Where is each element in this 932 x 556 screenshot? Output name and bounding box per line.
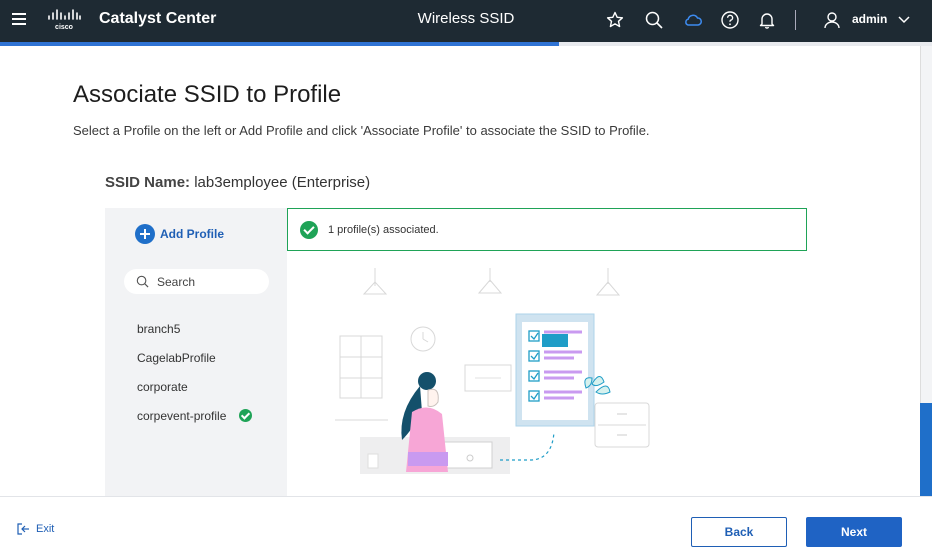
- wizard-progress-bar: [0, 42, 932, 46]
- associated-check-icon: [239, 409, 253, 422]
- plus-circle-icon: [135, 224, 155, 244]
- profile-search-input[interactable]: [157, 274, 257, 289]
- profile-list-item[interactable]: branch5: [137, 314, 252, 343]
- ssid-name-value: lab3employee (Enterprise): [194, 174, 371, 191]
- user-icon[interactable]: [822, 10, 842, 30]
- cloud-icon[interactable]: [683, 10, 703, 30]
- back-button[interactable]: Back: [691, 517, 787, 547]
- association-status-text: 1 profile(s) associated.: [328, 223, 439, 236]
- exit-icon: [17, 523, 29, 535]
- exit-label: Exit: [36, 523, 55, 535]
- add-profile-label: Add Profile: [160, 227, 225, 241]
- profile-list-item[interactable]: corpevent-profile: [137, 401, 253, 430]
- toolbar-divider: [795, 10, 796, 30]
- search-icon: [136, 275, 149, 288]
- scrollbar-thumb[interactable]: [920, 403, 932, 511]
- search-icon[interactable]: [644, 10, 664, 30]
- star-icon[interactable]: [605, 10, 625, 30]
- top-nav-bar: cisco Catalyst Center Wireless SSID admi…: [0, 0, 932, 42]
- association-illustration: [335, 268, 650, 474]
- help-icon[interactable]: [720, 10, 740, 30]
- profile-panel: Add Profile branch5 CagelabProfile corpora…: [105, 208, 287, 496]
- profile-name: branch5: [137, 321, 181, 336]
- profile-name: CagelabProfile: [137, 350, 216, 365]
- profile-list-item[interactable]: CagelabProfile: [137, 343, 252, 372]
- profile-list-item[interactable]: corporate: [137, 372, 252, 401]
- association-status-banner: 1 profile(s) associated.: [287, 208, 807, 251]
- ssid-name-label: SSID Name:: [105, 174, 191, 191]
- next-button[interactable]: Next: [806, 517, 902, 547]
- profile-name: corpevent-profile: [137, 408, 227, 423]
- page-title: Associate SSID to Profile: [73, 81, 342, 108]
- profile-list: branch5 CagelabProfile corporate corpevent-…: [137, 314, 253, 430]
- wizard-progress-fill: [0, 42, 560, 46]
- chevron-down-icon[interactable]: [897, 10, 911, 30]
- page-subtitle: Select a Profile on the left or Add Prof…: [73, 123, 650, 138]
- profile-name: corporate: [137, 379, 188, 394]
- page-title-header: Wireless SSID: [417, 10, 515, 27]
- ssid-name-row: SSID Name: lab3employee (Enterprise): [105, 174, 370, 191]
- exit-link[interactable]: Exit: [16, 522, 54, 536]
- wizard-footer: Exit Back Next: [0, 496, 932, 556]
- success-check-icon: [300, 220, 318, 239]
- add-profile-button[interactable]: Add Profile: [135, 224, 224, 244]
- profile-search-box[interactable]: [124, 269, 269, 294]
- user-name[interactable]: admin: [852, 12, 887, 26]
- bell-icon[interactable]: [757, 10, 777, 30]
